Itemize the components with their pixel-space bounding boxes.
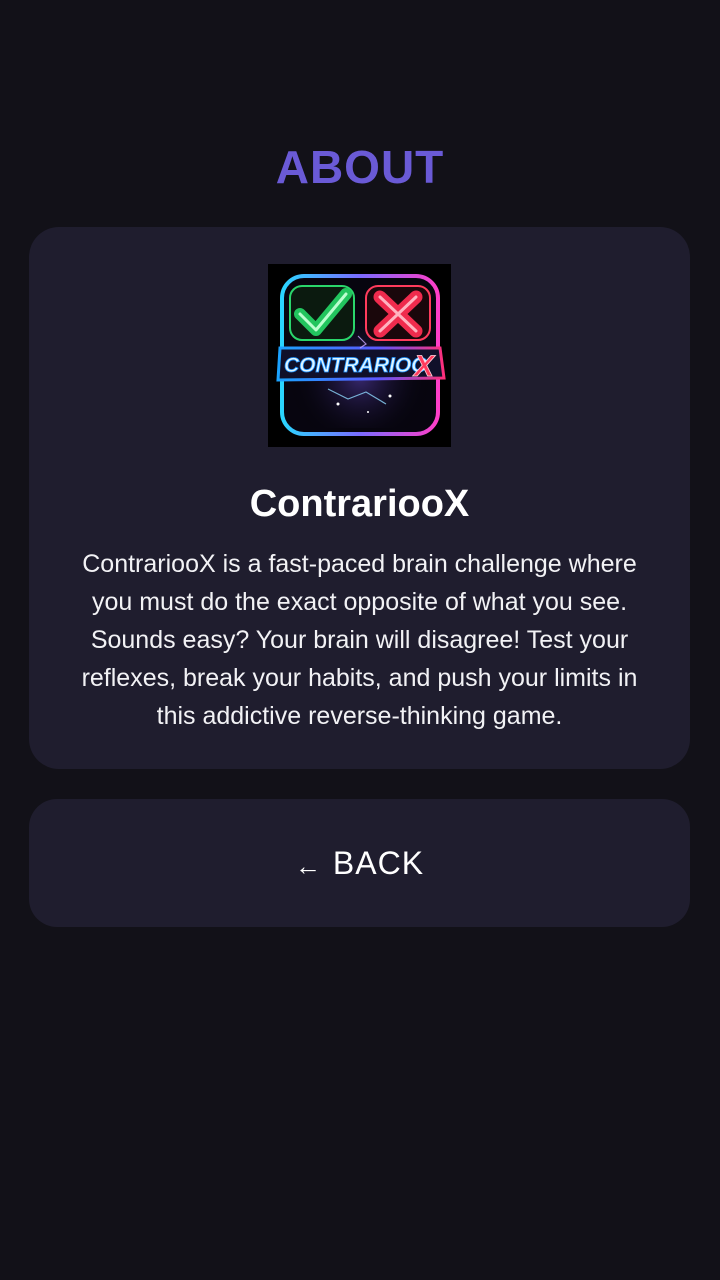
- back-button[interactable]: ← BACK: [29, 799, 690, 927]
- app-name: ContrariooX: [249, 483, 470, 525]
- back-arrow-icon: ←: [294, 850, 321, 881]
- check-mark-icon: [289, 285, 355, 341]
- logo-text-x: X: [412, 350, 436, 383]
- app-logo: CONTRARIOO X: [268, 264, 451, 447]
- logo-text: CONTRARIOO: [284, 354, 428, 377]
- about-card: CONTRARIOO X ContrariooX ContrariooX is …: [29, 227, 690, 769]
- logo-banner: CONTRARIOO X: [276, 346, 446, 383]
- back-button-label: BACK: [332, 844, 425, 881]
- page-title: ABOUT: [275, 141, 445, 193]
- cross-mark-icon: [365, 285, 431, 341]
- app-description: ContrariooX is a fast-paced brain challe…: [81, 550, 638, 730]
- app-logo-graphic: CONTRARIOO X: [268, 264, 451, 447]
